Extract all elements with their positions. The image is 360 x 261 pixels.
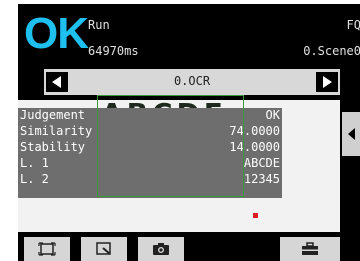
tools-menu-button[interactable]	[280, 237, 340, 261]
arrow-right-icon	[323, 76, 332, 88]
result-value: 14.0000	[229, 140, 280, 154]
judgement-status: OK	[24, 9, 89, 58]
arrow-left-icon	[348, 128, 355, 140]
result-label: Stability	[20, 140, 86, 154]
fq-label: FQ	[346, 18, 360, 32]
capture-image-button[interactable]	[138, 237, 184, 261]
result-value: 12345	[243, 172, 280, 186]
side-panel-toggle[interactable]	[342, 112, 360, 156]
result-label: Similarity	[20, 124, 93, 138]
result-row: Stability 14.0000	[18, 141, 282, 154]
result-label: L. 2	[20, 172, 49, 186]
position-marker	[253, 213, 258, 218]
zoom-icon	[96, 242, 111, 255]
result-label: L. 1	[20, 156, 49, 170]
result-value: ABCDE	[243, 156, 280, 170]
scene-label: 0.Scene0	[303, 44, 360, 58]
result-row: L. 2 12345	[18, 173, 282, 186]
inspection-nav-bar: 0.OCR	[44, 69, 340, 95]
run-mode-label: Run	[88, 18, 110, 32]
inspection-item-title: 0.OCR	[173, 74, 211, 88]
zoom-button[interactable]	[81, 237, 127, 261]
camera-icon	[153, 243, 169, 255]
display-frame-button[interactable]	[24, 237, 70, 261]
next-item-button[interactable]	[316, 72, 338, 92]
results-panel: Judgement OK Similarity 74.0000 Stabilit…	[18, 108, 282, 198]
result-row: Judgement OK	[18, 109, 282, 122]
toolbox-icon	[302, 242, 318, 255]
frame-icon	[38, 242, 56, 256]
processing-time: 64970ms	[88, 44, 139, 58]
result-label: Judgement	[20, 108, 86, 122]
result-value: 74.0000	[229, 124, 280, 138]
result-row: Similarity 74.0000	[18, 125, 282, 138]
result-row: L. 1 ABCDE	[18, 157, 282, 170]
result-value: OK	[265, 108, 280, 122]
main-screen: OK Run 64970ms FQ 0.Scene0 0.OCR ABCDE 1…	[18, 4, 360, 261]
